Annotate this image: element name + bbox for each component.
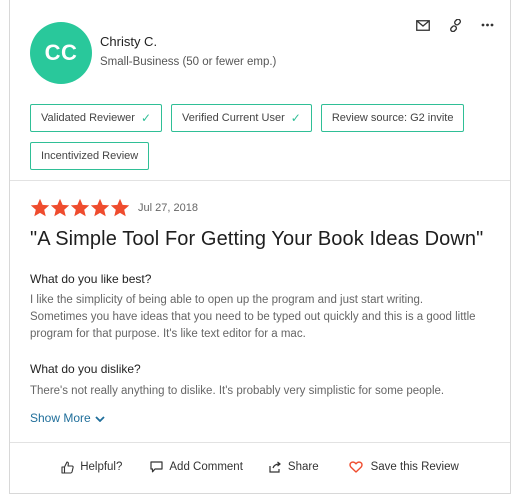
badge-review-source: Review source: G2 invite <box>320 104 465 132</box>
star-rating <box>30 198 130 218</box>
badge-validated-reviewer: Validated Reviewer ✓ <box>30 104 163 132</box>
answer-line: Sometimes you have ideas that you need t… <box>30 311 476 323</box>
rating-row: Jul 27, 2018 <box>30 198 198 218</box>
comment-icon <box>150 461 163 473</box>
heart-icon <box>348 461 363 473</box>
helpful-button[interactable]: Helpful? <box>61 460 123 474</box>
save-review-label: Save this Review <box>370 461 459 473</box>
badges: Validated Reviewer ✓ Verified Current Us… <box>30 104 470 170</box>
review-date: Jul 27, 2018 <box>138 202 198 214</box>
footer-divider <box>10 442 510 443</box>
thumbs-up-icon <box>61 460 74 474</box>
save-review-button[interactable]: Save this Review <box>348 461 459 473</box>
envelope-icon[interactable] <box>416 18 430 32</box>
badge-verified-current-user: Verified Current User ✓ <box>171 104 312 132</box>
share-label: Share <box>287 461 319 473</box>
badge-incentivized-review: Incentivized Review <box>30 142 150 170</box>
header-divider <box>10 180 510 181</box>
company-size: Small-Business (50 or fewer emp.) <box>100 56 277 68</box>
share-button[interactable]: Share <box>269 461 319 473</box>
add-comment-button[interactable]: Add Comment <box>150 461 243 473</box>
check-icon: ✓ <box>290 111 301 125</box>
question-like-best: What do you like best? <box>30 272 152 286</box>
badge-label: Validated Reviewer <box>41 112 135 124</box>
answer-like-best: I like the simplicity of being able to o… <box>30 292 495 343</box>
helpful-label: Helpful? <box>80 461 123 473</box>
star-icon <box>90 198 110 217</box>
star-icon <box>30 198 50 217</box>
badge-label: Verified Current User <box>182 112 285 124</box>
reviewer-name[interactable]: Christy C. <box>100 34 157 49</box>
avatar: CC <box>30 22 92 84</box>
answer-line: I like the simplicity of being able to o… <box>30 294 424 306</box>
review-title: "A Simple Tool For Getting Your Book Ide… <box>30 228 484 250</box>
link-icon[interactable] <box>448 18 462 32</box>
share-icon <box>269 461 281 473</box>
avatar-initials: CC <box>44 40 78 65</box>
answer-dislike: There's not really anything to dislike. … <box>30 385 445 397</box>
star-icon <box>70 198 90 217</box>
review-card: CC Christy C. Small-Business (50 or fewe… <box>9 0 511 494</box>
badge-label: Incentivized Review <box>41 150 139 162</box>
review-actions: Helpful? Add Comment Share Save this Rev… <box>10 450 510 484</box>
check-icon: ✓ <box>140 111 152 125</box>
chevron-down-icon <box>95 411 105 425</box>
show-more-label: Show More <box>30 411 91 425</box>
star-icon <box>50 198 70 217</box>
question-dislike: What do you dislike? <box>30 362 141 376</box>
more-icon[interactable] <box>480 18 494 32</box>
top-actions <box>416 18 494 32</box>
add-comment-label: Add Comment <box>169 461 243 473</box>
badge-label: Review source: G2 invite <box>331 112 454 124</box>
star-icon <box>110 198 130 217</box>
answer-line: program for that purpose. It's like text… <box>30 328 306 340</box>
show-more-link[interactable]: Show More <box>30 411 105 425</box>
